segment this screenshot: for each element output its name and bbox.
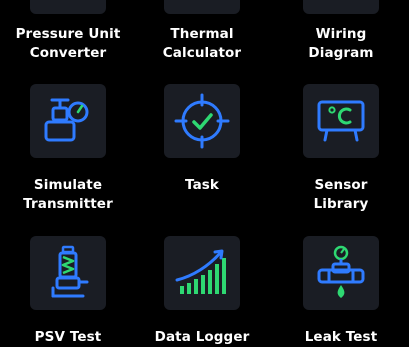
tool-label: Pressure Unit Converter: [15, 26, 121, 61]
tool-pressure-unit-converter[interactable]: Pressure Unit Converter: [0, 0, 136, 70]
thermometer-icon: [164, 0, 240, 14]
tool-leak-test[interactable]: Leak Test: [273, 236, 409, 345]
tool-simulate-transmitter[interactable]: Simulate Transmitter: [0, 84, 136, 224]
tool-sensor-library[interactable]: Sensor Library: [273, 84, 409, 224]
tool-psv-test[interactable]: PSV Test: [0, 236, 136, 345]
celsius-display-icon: [303, 84, 379, 158]
target-check-icon: [164, 84, 240, 158]
tool-thermal-calculator[interactable]: Thermal Calculator: [134, 0, 270, 70]
tool-label: PSV Test: [34, 329, 102, 345]
tool-label: Leak Test: [304, 329, 378, 345]
bar-chart-trend-icon: [164, 236, 240, 310]
valve-gauge-icon: [30, 84, 106, 158]
tool-wiring-diagram[interactable]: Wiring Diagram: [273, 0, 409, 70]
wiring-icon: [303, 0, 379, 14]
tool-data-logger[interactable]: Data Logger: [134, 236, 270, 345]
gauge-icon: [30, 0, 106, 14]
pipe-drop-icon: [303, 236, 379, 310]
tool-label: Data Logger: [154, 329, 250, 345]
safety-valve-icon: [30, 236, 106, 310]
tool-label: Wiring Diagram: [308, 26, 374, 61]
tool-label: Task: [185, 177, 219, 193]
tool-label: Sensor Library: [313, 177, 369, 212]
tool-task[interactable]: Task: [134, 84, 270, 224]
tool-label: Simulate Transmitter: [23, 177, 113, 212]
tools-grid: Pressure Unit Converter Thermal Calculat…: [0, 0, 409, 345]
tool-label: Thermal Calculator: [162, 26, 242, 61]
